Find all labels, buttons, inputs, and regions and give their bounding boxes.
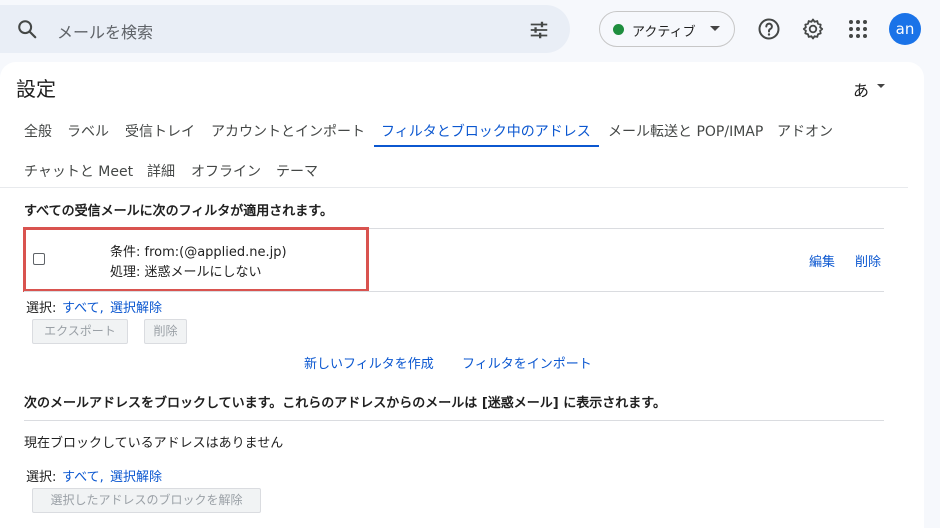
active-tab-indicator: [374, 145, 599, 147]
divider: [24, 420, 884, 421]
help-icon[interactable]: [757, 17, 781, 41]
search-input[interactable]: メールを検索: [57, 19, 153, 43]
highlight-annotation: [23, 227, 369, 292]
tab-inbox[interactable]: 受信トレイ: [125, 121, 195, 141]
blocked-empty-text: 現在ブロックしているアドレスはありません: [24, 436, 284, 451]
gear-icon[interactable]: [801, 17, 825, 41]
status-selector[interactable]: アクティブ: [599, 11, 735, 47]
tab-themes[interactable]: テーマ: [276, 161, 318, 181]
import-filters-link[interactable]: フィルタをインポート: [462, 353, 592, 372]
unblock-button[interactable]: 選択したアドレスのブロックを解除: [32, 488, 261, 513]
create-filter-link[interactable]: 新しいフィルタを作成: [304, 353, 434, 372]
tab-labels[interactable]: ラベル: [67, 121, 109, 141]
search-icon[interactable]: [16, 18, 38, 40]
tab-forwarding-pop-imap[interactable]: メール転送と POP/IMAP: [608, 121, 763, 141]
status-dot-icon: [613, 24, 624, 35]
chevron-down-icon[interactable]: [877, 84, 885, 88]
tab-addons[interactable]: アドオン: [777, 121, 833, 141]
tune-icon[interactable]: [528, 19, 550, 41]
tab-accounts-import[interactable]: アカウントとインポート: [211, 121, 365, 141]
tab-offline[interactable]: オフライン: [191, 161, 261, 181]
tab-advanced[interactable]: 詳細: [147, 161, 175, 181]
export-button[interactable]: エクスポート: [32, 319, 128, 344]
status-label: アクティブ: [632, 25, 696, 40]
filter-edit-link[interactable]: 編集: [809, 251, 835, 270]
filters-heading: すべての受信メールに次のフィルタが適用されます。: [24, 204, 334, 219]
blocked-heading: 次のメールアドレスをブロックしています。これらのアドレスからのメールは [迷惑メ…: [24, 396, 666, 411]
select-all-link[interactable]: すべて,: [62, 297, 104, 316]
page-title: 設定: [16, 77, 56, 101]
input-tools-button[interactable]: あ: [853, 77, 869, 101]
select-all-link[interactable]: すべて,: [62, 466, 104, 485]
tabs-divider: [0, 187, 908, 188]
search-bar[interactable]: メールを検索: [0, 5, 570, 53]
tab-general[interactable]: 全般: [24, 121, 52, 141]
tab-chat-meet[interactable]: チャットと Meet: [24, 161, 133, 181]
filter-delete-link[interactable]: 削除: [855, 251, 881, 270]
apps-grid-icon[interactable]: [846, 17, 870, 41]
select-none-link[interactable]: 選択解除: [110, 466, 162, 485]
select-label: 選択:: [26, 470, 57, 485]
settings-panel: 設定 あ 全般 ラベル 受信トレイ アカウントとインポート フィルタとブロック中…: [0, 62, 924, 528]
divider: [24, 291, 884, 292]
tab-filters-blocked[interactable]: フィルタとブロック中のアドレス: [381, 121, 591, 141]
delete-button[interactable]: 削除: [144, 319, 187, 344]
chevron-down-icon: [710, 26, 720, 31]
select-label: 選択:: [26, 301, 57, 316]
select-none-link[interactable]: 選択解除: [110, 297, 162, 316]
avatar[interactable]: an: [889, 13, 921, 45]
